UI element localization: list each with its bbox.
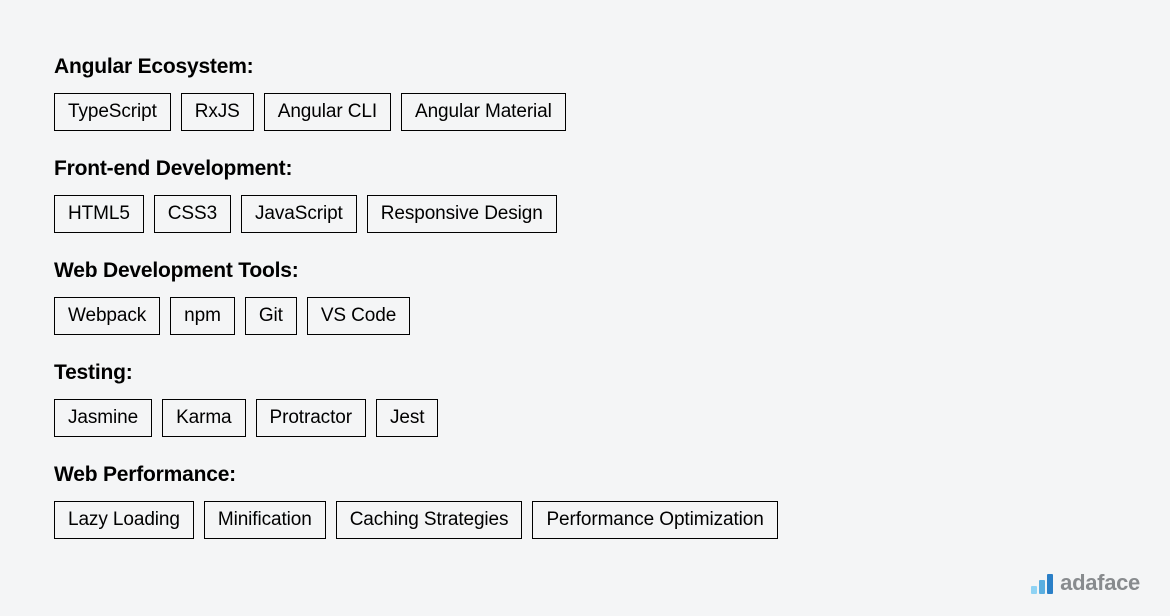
brand-name: adaface [1060,572,1140,594]
section-title: Front-end Development: [54,157,1116,181]
tag-group: HTML5 CSS3 JavaScript Responsive Design [54,195,1116,233]
skill-tag: JavaScript [241,195,357,233]
tag-group: TypeScript RxJS Angular CLI Angular Materia… [54,93,1116,131]
skill-tag: Webpack [54,297,160,335]
skill-tag: RxJS [181,93,254,131]
skill-tag: Protractor [256,399,366,437]
skill-section: Angular Ecosystem: TypeScript RxJS Angular … [54,55,1116,131]
section-title: Web Development Tools: [54,259,1116,283]
skill-tag: Jest [376,399,438,437]
tag-group: Lazy Loading Minification Caching Strategi… [54,501,1116,539]
skill-tag: Git [245,297,297,335]
skill-tag: Caching Strategies [336,501,523,539]
section-title: Testing: [54,361,1116,385]
skill-tag: Karma [162,399,245,437]
skill-tag: Jasmine [54,399,152,437]
skill-tag: CSS3 [154,195,231,233]
brand-logo: adaface [1031,572,1140,594]
tag-group: Jasmine Karma Protractor Jest [54,399,1116,437]
skill-section: Web Development Tools: Webpack npm Git VS Co… [54,259,1116,335]
section-title: Web Performance: [54,463,1116,487]
skill-tag: Performance Optimization [532,501,777,539]
skill-tag: Angular CLI [264,93,391,131]
section-title: Angular Ecosystem: [54,55,1116,79]
bar-chart-icon [1031,574,1053,594]
skill-tag: Angular Material [401,93,566,131]
skill-section: Web Performance: Lazy Loading Minification… [54,463,1116,539]
skill-tag: VS Code [307,297,410,335]
skill-section: Testing: Jasmine Karma Protractor Jest [54,361,1116,437]
skill-tag: TypeScript [54,93,171,131]
skill-tag: npm [170,297,235,335]
skill-section: Front-end Development: HTML5 CSS3 JavaScrip… [54,157,1116,233]
skill-categories-container: Angular Ecosystem: TypeScript RxJS Angular … [54,55,1116,539]
tag-group: Webpack npm Git VS Code [54,297,1116,335]
skill-tag: Lazy Loading [54,501,194,539]
skill-tag: Minification [204,501,326,539]
skill-tag: Responsive Design [367,195,557,233]
skill-tag: HTML5 [54,195,144,233]
